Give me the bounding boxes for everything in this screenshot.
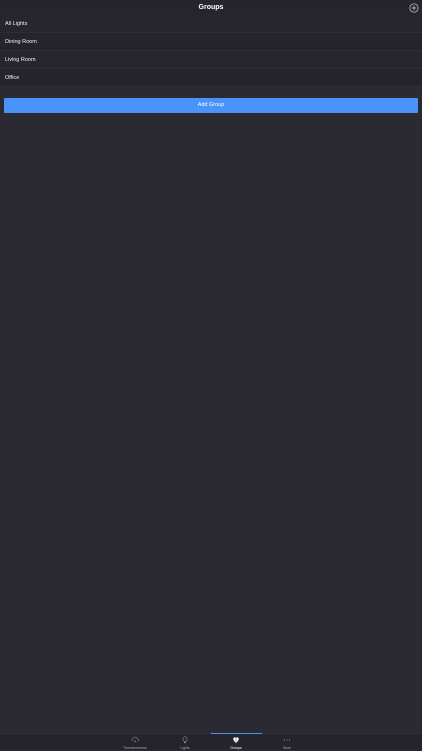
group-label: Office — [5, 75, 20, 81]
tab-label: More — [283, 746, 291, 750]
plus-circle-icon[interactable] — [409, 3, 419, 13]
tab-bar: Thunderstorms Lights Groups More — [0, 733, 422, 750]
group-row-all-lights[interactable]: All Lights — [0, 15, 422, 33]
page-title: Groups — [198, 4, 224, 11]
group-row-office[interactable]: Office — [0, 69, 422, 87]
group-label: Living Room — [5, 57, 36, 63]
group-row-dining-room[interactable]: Dining Room — [0, 33, 422, 51]
group-list: All Lights Dining Room Living Room Offic… — [0, 15, 422, 87]
groups-icon — [233, 737, 239, 744]
add-group-button[interactable]: Add Group — [4, 98, 418, 113]
cloud-lightning-icon — [131, 736, 139, 744]
tab-thunderstorms[interactable]: Thunderstorms — [110, 734, 160, 751]
navigation-bar: Groups — [0, 0, 422, 15]
tab-label: Lights — [180, 746, 190, 750]
tab-label: Thunderstorms — [123, 746, 147, 750]
group-label: All Lights — [5, 21, 28, 27]
more-dots-icon — [283, 739, 291, 741]
tab-groups[interactable]: Groups — [211, 734, 261, 751]
bulb-icon — [182, 736, 188, 744]
tab-label: Groups — [230, 746, 242, 750]
group-label: Dining Room — [5, 39, 37, 45]
tab-more[interactable]: More — [262, 734, 312, 751]
group-row-living-room[interactable]: Living Room — [0, 51, 422, 69]
tab-lights[interactable]: Lights — [160, 734, 210, 751]
